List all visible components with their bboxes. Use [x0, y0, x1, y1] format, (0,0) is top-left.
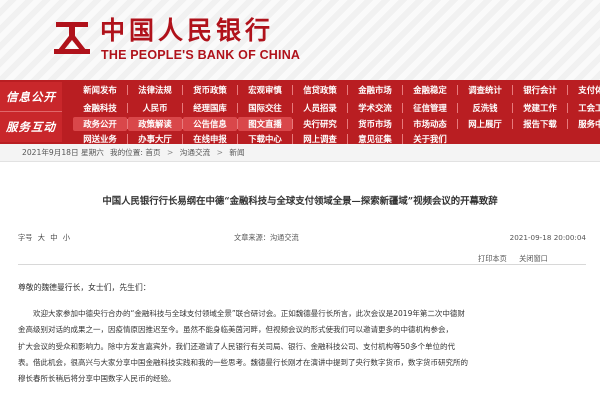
article-meta: 字号 大 中 小 文章来源：沟通交流 2021-09-18 20:00:04 [18, 232, 588, 244]
nav-item-payment-system[interactable]: 支付体系 [567, 82, 600, 98]
breadcrumb-prefix: 我的位置: [110, 148, 143, 157]
font-size-large-button[interactable]: 大 [38, 233, 45, 242]
article-body: 欢迎大家参加中德央行合办的“金融科技与全球支付领域全景”联合研讨会。正如魏德曼行… [18, 306, 588, 387]
nav-item-opinion-collection[interactable]: 意见征集 [347, 131, 403, 144]
nav-item-credit-policy[interactable]: 信贷政策 [292, 82, 348, 98]
nav-row-4: 网送业务 办事大厅 在线申报 下载中心 网上调查 意见征集 关于我们 [0, 129, 600, 144]
font-size-label: 字号 [18, 233, 33, 242]
bank-name-en: THE PEOPLE'S BANK OF CHINA [101, 48, 301, 62]
breadcrumb-separator: > [216, 148, 223, 157]
font-size-control: 字号 大 中 小 [18, 232, 70, 244]
breadcrumb-trail: 我的位置: 首页 > 沟通交流 > 新闻 [110, 144, 245, 162]
breadcrumb: 2021年9月18日 星期六 我的位置: 首页 > 沟通交流 > 新闻 [0, 144, 600, 162]
print-page-button[interactable]: 打印本页 [478, 254, 507, 263]
font-size-small-button[interactable]: 小 [63, 233, 70, 242]
body-paragraph-line: 金高级别对话的成果之一，因疫情原因推迟至今。虽然不能身临美茵河畔，但视频会议的形… [18, 325, 453, 335]
nav-item-news-release[interactable]: 新闻发布 [72, 82, 128, 98]
nav-item-survey-statistics[interactable]: 调查统计 [457, 82, 513, 98]
font-size-medium-button[interactable]: 中 [50, 233, 57, 242]
breadcrumb-communication[interactable]: 沟通交流 [180, 148, 210, 157]
nav-item-about-us[interactable]: 关于我们 [402, 131, 458, 144]
site-header: 中国人民银行 THE PEOPLE'S BANK OF CHINA [0, 0, 600, 80]
article-date: 2021-09-18 20:00:04 [509, 233, 586, 242]
nav-item-online-declaration[interactable]: 在线申报 [182, 131, 238, 144]
article-tools: 打印本页 关闭窗口 [478, 254, 548, 264]
nav-row-1: 新闻发布 法律法规 货币政策 宏观审慎 信贷政策 金融市场 金融稳定 调查统计 … [0, 80, 600, 100]
nav-item-service-hall[interactable]: 办事大厅 [127, 131, 183, 144]
article-title: 中国人民银行行长易纲在中德“金融科技与全球支付领域全景—探索新疆域”视频会议的开… [102, 196, 498, 207]
nav-item-online-survey[interactable]: 网上调查 [292, 131, 348, 144]
body-paragraph-line: 表。借此机会，很高兴与大家分享中国金融科技实践和我的一些思考。魏德曼行长刚才在演… [18, 357, 468, 367]
nav-item-bank-accounting[interactable]: 银行会计 [512, 82, 568, 98]
divider [18, 264, 586, 265]
body-paragraph-line: 欢迎大家参加中德央行合办的“金融科技与全球支付领域全景”联合研讨会。正如魏德曼行… [33, 309, 465, 318]
nav-item-financial-stability[interactable]: 金融稳定 [402, 82, 458, 98]
nav-item-macro-prudential[interactable]: 宏观审慎 [237, 82, 293, 98]
pboc-logo-icon[interactable] [52, 20, 92, 56]
nav-item-monetary-policy[interactable]: 货币政策 [182, 82, 238, 98]
nav-item-download-center[interactable]: 下载中心 [237, 131, 293, 144]
breadcrumb-news[interactable]: 新闻 [229, 148, 244, 157]
main-navigation: 信息公开 服务互动 新闻发布 法律法规 货币政策 宏观审慎 信贷政策 金融市场 … [0, 80, 600, 144]
nav-item-online-business[interactable]: 网送业务 [72, 131, 128, 144]
current-date: 2021年9月18日 星期六 [22, 148, 104, 157]
nav-item-financial-market[interactable]: 金融市场 [347, 82, 403, 98]
nav-item-laws[interactable]: 法律法规 [127, 82, 183, 98]
body-paragraph-line: 穆长春所长稍后将分享中国数字人民币的经验。 [18, 374, 176, 384]
bank-name-cn: 中国人民银行 [100, 16, 275, 45]
breadcrumb-separator: > [166, 148, 174, 157]
article-source: 文章来源：沟通交流 [234, 233, 299, 242]
breadcrumb-home[interactable]: 首页 [145, 148, 160, 157]
close-window-button[interactable]: 关闭窗口 [519, 254, 548, 263]
article-salutation: 尊敬的魏德曼行长，女士们，先生们： [18, 283, 151, 292]
body-paragraph-line: 扩大会议的受众和影响力。除中方发言嘉宾外，我们还邀请了人民银行有关司局、银行、金… [18, 341, 456, 351]
